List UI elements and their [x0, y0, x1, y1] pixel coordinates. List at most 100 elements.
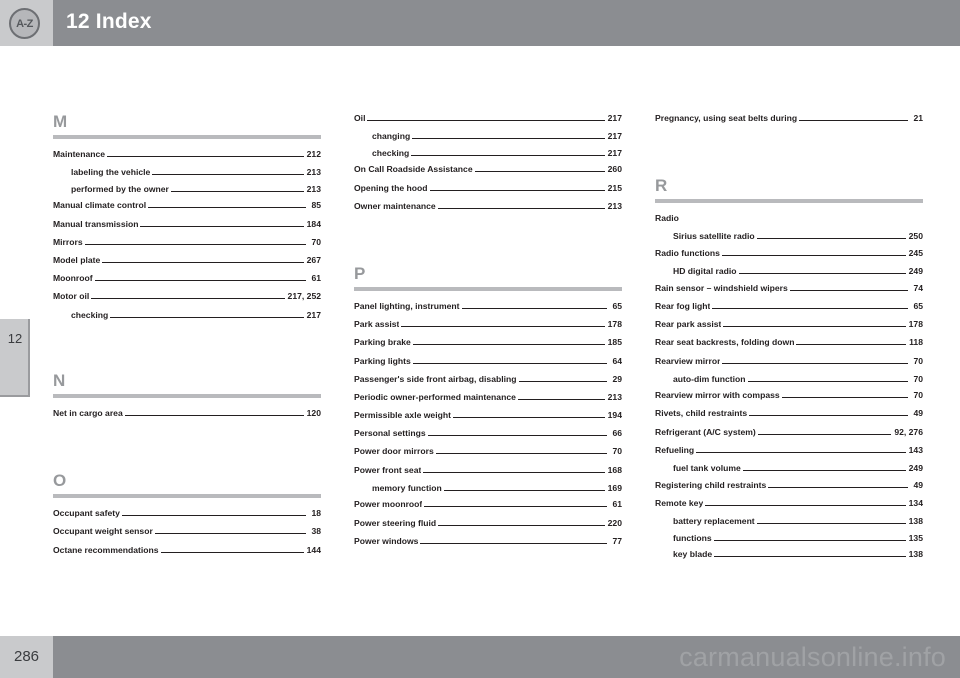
index-subentry[interactable]: performed by the owner 213	[53, 183, 321, 195]
index-entry[interactable]: Permissible axle weight 194	[354, 409, 622, 421]
index-subentry[interactable]: battery replacement 138	[655, 515, 923, 527]
section-letter-m: M	[53, 112, 68, 131]
index-entry-page-number: 38	[311, 526, 321, 537]
index-leader-line	[152, 168, 304, 176]
index-leader-line	[738, 267, 906, 275]
index-entry-page-number: 21	[913, 113, 923, 123]
index-entry-page-number: 138	[908, 549, 923, 560]
index-entry[interactable]: Power windows 77	[354, 535, 622, 547]
index-entry-label: Personal settings	[354, 428, 426, 439]
index-entry[interactable]: Rain sensor – windshield wipers 74	[655, 282, 923, 294]
index-subentry[interactable]: HD digital radio 249	[655, 265, 923, 277]
index-entry[interactable]: Panel lighting, instrument 65	[354, 300, 622, 312]
index-entry-page-number: 213	[306, 167, 321, 178]
index-entry[interactable]: Maintenance 212	[53, 148, 321, 160]
index-leader-line	[517, 393, 605, 400]
index-entry[interactable]: Refrigerant (A/C system) 92, 276	[655, 426, 923, 438]
index-entry[interactable]: Net in cargo area 120	[53, 407, 321, 419]
index-entry[interactable]: Remote key 134	[655, 497, 923, 509]
index-entry[interactable]: Refueling 143	[655, 444, 923, 456]
index-entry[interactable]: Motor oil 217, 252	[53, 290, 321, 302]
index-entry[interactable]: Park assist 178	[354, 318, 622, 330]
index-entry-page-number: 70	[612, 446, 622, 457]
index-entry[interactable]: Occupant safety 18	[53, 507, 321, 519]
index-subentry[interactable]: fuel tank volume 249	[655, 462, 923, 474]
index-column-2: Oil 217 changing 217 checking 217 On Call Road…	[354, 112, 622, 565]
index-entry[interactable]: Parking brake 185	[354, 336, 622, 348]
index-entry[interactable]: Registering child restraints 49	[655, 479, 923, 491]
index-entry-page-number: 66	[612, 428, 622, 439]
index-entry[interactable]: Manual climate control 85	[53, 199, 321, 211]
index-entry-label: Park assist	[354, 319, 400, 330]
index-entry-page-number: 249	[908, 463, 923, 474]
index-entry[interactable]: Power front seat 168	[354, 464, 622, 476]
index-entry[interactable]: Rearview mirror with compass 70	[655, 389, 923, 401]
index-subentry[interactable]: key blade 138	[655, 548, 923, 560]
index-entry-label: Refrigerant (A/C system)	[655, 426, 756, 437]
index-entry-label: Parking lights	[354, 355, 411, 366]
a-z-icon-label: A-Z	[16, 17, 33, 30]
index-entry[interactable]: Personal settings 66	[354, 427, 622, 439]
index-subentry[interactable]: checking 217	[53, 309, 321, 321]
index-entry[interactable]: Pregnancy, using seat belts during 21	[655, 112, 923, 124]
index-entry[interactable]: Moonroof 61	[53, 272, 321, 284]
page-title: 12 Index	[66, 10, 152, 33]
index-entry[interactable]: Power moonroof 61	[354, 498, 622, 510]
index-leader-line	[148, 201, 306, 209]
index-leader-line	[443, 484, 605, 491]
index-entry-label: Rear park assist	[655, 319, 722, 330]
index-leader-line	[742, 464, 906, 472]
index-entry-label: Rain sensor – windshield wipers	[655, 282, 788, 293]
index-leader-line	[170, 185, 304, 192]
index-entry-label: Sirius satellite radio	[673, 231, 755, 242]
index-entry[interactable]: Rear park assist 178	[655, 318, 923, 330]
index-leader-line	[124, 409, 304, 417]
index-entry[interactable]: Model plate 267	[53, 254, 321, 266]
index-entry[interactable]: Oil 217	[354, 112, 622, 124]
index-subentry[interactable]: auto-dim function 70	[655, 373, 923, 385]
index-entry-label: Net in cargo area	[53, 408, 123, 419]
index-leader-line	[427, 429, 607, 437]
index-subentry[interactable]: Sirius satellite radio 250	[655, 230, 923, 242]
index-entry[interactable]: Mirrors 70	[53, 236, 321, 248]
index-subentry[interactable]: labeling the vehicle 213	[53, 166, 321, 178]
index-entry[interactable]: Power steering fluid 220	[354, 517, 622, 529]
index-entry-page-number: 77	[612, 535, 622, 546]
index-entry-label: Passenger's side front airbag, disabling	[354, 373, 517, 384]
index-entry-label: Occupant safety	[53, 508, 120, 519]
index-entry-page-number: 213	[607, 200, 622, 211]
index-entry[interactable]: Manual transmission 184	[53, 218, 321, 230]
index-leader-line	[722, 357, 908, 364]
index-leader-line	[712, 302, 908, 309]
page-footer-bar: 286 carmanualsonline.info	[0, 636, 960, 678]
index-entry[interactable]: Radio functions 245	[655, 247, 923, 259]
index-leader-line	[429, 184, 605, 191]
index-entry[interactable]: Octane recommendations 144	[53, 544, 321, 556]
index-entry[interactable]: Passenger's side front airbag, disabling…	[354, 373, 622, 385]
index-subentry[interactable]: checking 217	[354, 147, 622, 159]
index-leader-line	[110, 311, 304, 318]
index-entry[interactable]: Rearview mirror 70	[655, 355, 923, 367]
index-entry[interactable]: Power door mirrors 70	[354, 445, 622, 457]
index-entry[interactable]: On Call Roadside Assistance 260	[354, 163, 622, 175]
index-subentry[interactable]: changing 217	[354, 130, 622, 142]
index-leader-line	[768, 481, 908, 488]
index-entry[interactable]: Periodic owner-performed maintenance 213	[354, 391, 622, 403]
index-leader-line	[412, 357, 607, 364]
index-entry[interactable]: Owner maintenance 213	[354, 200, 622, 212]
index-entry[interactable]: Occupant weight sensor 38	[53, 525, 321, 537]
index-leader-line	[452, 411, 605, 419]
index-entry-label: functions	[673, 532, 712, 543]
index-entry-label: Octane recommendations	[53, 544, 159, 555]
index-subentry[interactable]: memory function 169	[354, 482, 622, 494]
index-subentry[interactable]: functions 135	[655, 532, 923, 544]
index-entry[interactable]: Rear seat backrests, folding down 118	[655, 336, 923, 348]
index-entry[interactable]: Parking lights 64	[354, 355, 622, 367]
index-entry[interactable]: Rivets, child restraints 49	[655, 407, 923, 419]
index-entry[interactable]: Rear fog light 65	[655, 300, 923, 312]
index-entry[interactable]: Opening the hood 215	[354, 182, 622, 194]
index-entry[interactable]: Radio	[655, 212, 923, 224]
index-entry-page-number: 134	[908, 497, 923, 508]
